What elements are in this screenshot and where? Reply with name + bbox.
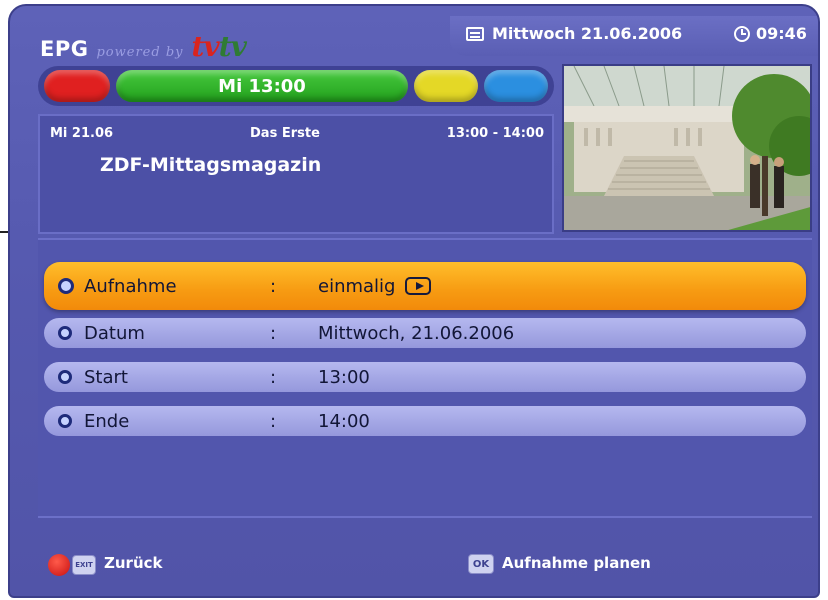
row-label: Datum [84, 322, 145, 344]
row-bullet-icon [58, 414, 72, 428]
play-icon[interactable] [405, 277, 432, 295]
footer-bar: EXIT Zurück OK Aufnahme planen [38, 542, 812, 582]
program-info-panel: Mi 21.06 Das Erste 13:00 - 14:00 ZDF-Mit… [38, 114, 554, 234]
blue-button[interactable] [484, 70, 548, 102]
exit-key-icon[interactable]: EXIT [72, 555, 96, 575]
color-button-bar: Mi 13:00 [38, 66, 554, 106]
row-separator: : [270, 275, 277, 297]
settings-list: Aufnahme : einmalig Datum : Mittwoch, 21… [38, 238, 812, 518]
current-time: 09:46 [734, 24, 807, 43]
red-button[interactable] [44, 70, 110, 102]
row-bullet-icon [58, 370, 72, 384]
program-channel: Das Erste [250, 126, 320, 141]
row-label: Start [84, 366, 128, 388]
back-label[interactable]: Zurück [104, 554, 163, 572]
settings-row-aufnahme[interactable]: Aufnahme : einmalig [44, 262, 806, 310]
row-value: 13:00 [318, 366, 370, 388]
row-separator: : [270, 410, 277, 432]
row-value: einmalig [318, 275, 432, 297]
row-value: 14:00 [318, 410, 370, 432]
video-preview [562, 64, 812, 232]
settings-row-ende[interactable]: Ende : 14:00 [44, 406, 806, 436]
clock-icon [734, 25, 750, 42]
epg-logo: EPG powered by tvtv [40, 30, 247, 64]
row-separator: : [270, 366, 277, 388]
row-bullet-icon [58, 326, 72, 340]
calendar-icon [466, 26, 484, 41]
epg-window: EPG powered by tvtv Mittwoch 21.06.2006 … [8, 4, 820, 598]
status-bar: Mittwoch 21.06.2006 09:46 [450, 16, 818, 56]
tvtv-logo: tvtv [191, 30, 246, 63]
program-date: Mi 21.06 [50, 126, 114, 141]
red-record-icon[interactable] [48, 554, 70, 576]
program-time-range: 13:00 - 14:00 [446, 126, 544, 141]
current-date-text: Mittwoch 21.06.2006 [492, 24, 683, 43]
green-button[interactable]: Mi 13:00 [116, 70, 408, 102]
current-date: Mittwoch 21.06.2006 [466, 24, 682, 43]
current-time-text: 09:46 [756, 24, 807, 43]
green-button-label: Mi 13:00 [218, 75, 306, 97]
yellow-button[interactable] [414, 70, 478, 102]
program-title: ZDF-Mittagsmagazin [100, 154, 322, 176]
ok-key-icon[interactable]: OK [468, 554, 494, 574]
plan-recording-label[interactable]: Aufnahme planen [502, 554, 651, 572]
logo-powered-text: powered by [96, 45, 184, 60]
row-value: Mittwoch, 21.06.2006 [318, 322, 515, 344]
settings-row-datum[interactable]: Datum : Mittwoch, 21.06.2006 [44, 318, 806, 348]
row-label: Ende [84, 410, 130, 432]
row-bullet-icon [58, 278, 74, 294]
row-separator: : [270, 322, 277, 344]
row-value-text: einmalig [318, 275, 396, 297]
video-preview-image [564, 66, 810, 230]
logo-epg-text: EPG [40, 37, 89, 61]
row-label: Aufnahme [84, 275, 177, 297]
settings-row-start[interactable]: Start : 13:00 [44, 362, 806, 392]
